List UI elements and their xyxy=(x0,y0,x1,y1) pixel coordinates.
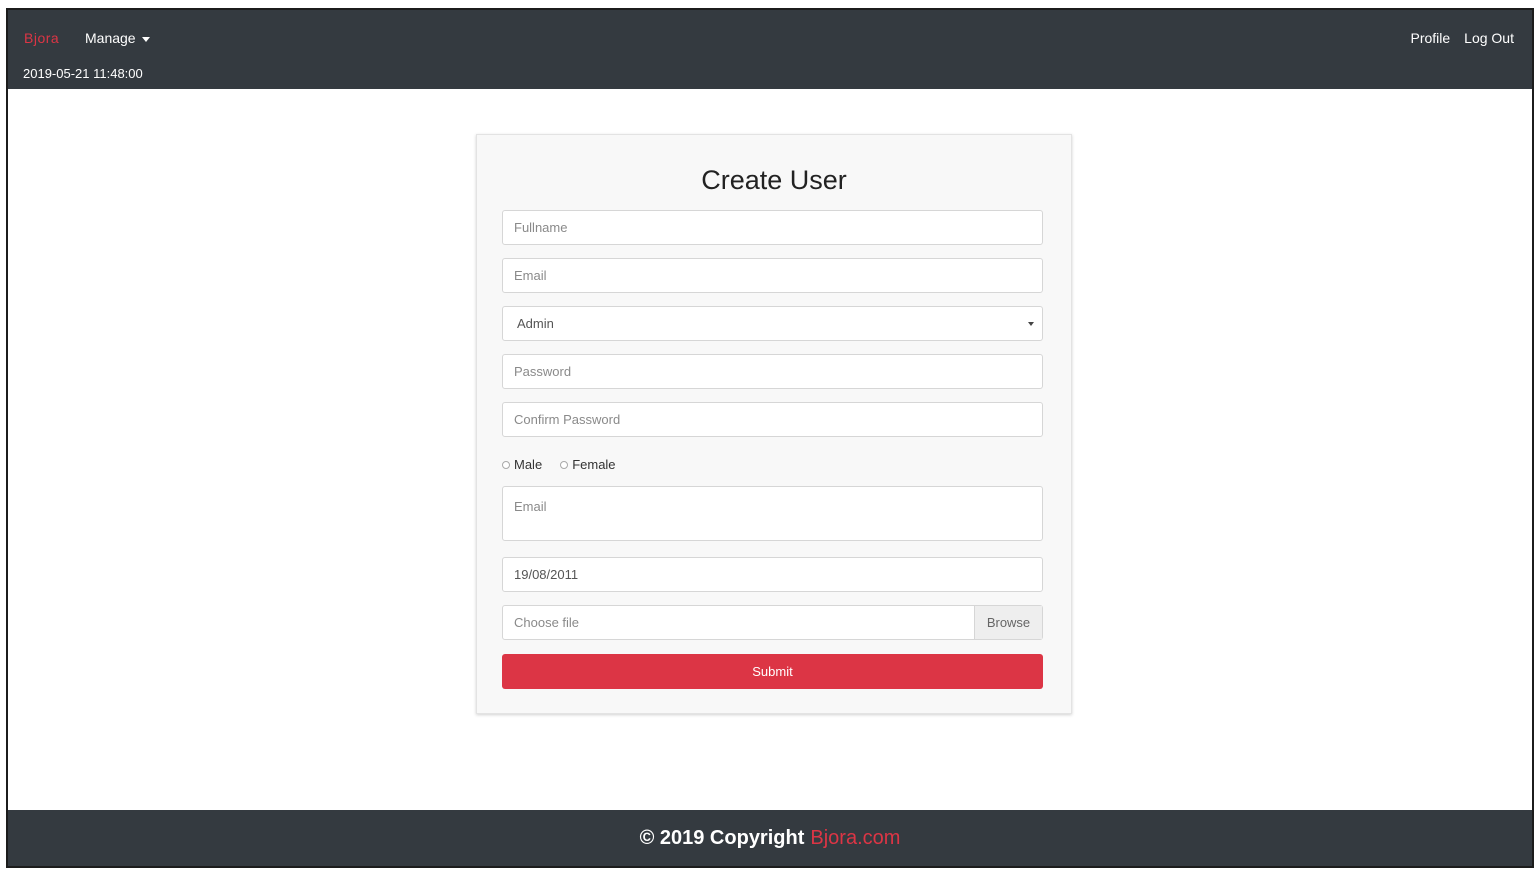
brand-logo[interactable]: Bjora xyxy=(24,30,59,46)
select-arrow-icon xyxy=(1028,322,1034,326)
dob-date-input[interactable]: 19/08/2011 xyxy=(502,557,1043,592)
current-datetime: 2019-05-21 11:48:00 xyxy=(23,66,143,81)
role-selected-value: Admin xyxy=(517,316,554,331)
female-radio[interactable] xyxy=(560,460,569,469)
page-footer: © 2019 Copyright Bjora.com xyxy=(8,810,1532,866)
male-label: Male xyxy=(514,457,543,472)
confirm-password-input[interactable]: Confirm Password xyxy=(502,402,1043,437)
password-input[interactable]: Password xyxy=(502,354,1043,389)
role-select[interactable]: Admin xyxy=(502,306,1043,341)
gender-radio-group: Male Female xyxy=(502,457,630,472)
manage-label: Manage xyxy=(85,30,136,46)
profile-link[interactable]: Profile xyxy=(1410,30,1450,46)
fullname-placeholder: Fullname xyxy=(514,220,568,235)
female-label: Female xyxy=(572,457,616,472)
footer-site-link[interactable]: Bjora.com xyxy=(810,827,900,850)
create-user-card: Create User Fullname Email Admin Passwor… xyxy=(476,134,1072,714)
manage-dropdown[interactable]: Manage xyxy=(85,30,150,46)
page-title: Create User xyxy=(701,165,847,195)
male-radio[interactable] xyxy=(502,460,510,469)
fullname-input[interactable]: Fullname xyxy=(502,210,1043,245)
address-textarea[interactable]: Email xyxy=(502,486,1043,541)
confirm-password-placeholder: Confirm Password xyxy=(514,412,621,427)
email-placeholder: Email xyxy=(514,268,547,283)
submit-button[interactable]: Submit xyxy=(502,654,1043,689)
copyright-text: © 2019 Copyright xyxy=(639,826,805,849)
top-navbar: Bjora Manage 2019-05-21 11:48:00 Profile… xyxy=(8,10,1532,89)
chevron-down-icon xyxy=(141,36,150,42)
dob-value: 19/08/2011 xyxy=(514,567,579,582)
file-placeholder: Choose file xyxy=(514,615,580,630)
email-input[interactable]: Email xyxy=(502,258,1043,293)
logout-link[interactable]: Log Out xyxy=(1464,30,1514,46)
file-upload-input[interactable]: Choose file Browse xyxy=(502,605,1043,640)
nav-right-links: Profile Log Out xyxy=(1410,30,1514,46)
browse-button[interactable]: Browse xyxy=(974,606,1042,639)
password-placeholder: Password xyxy=(514,364,572,379)
address-placeholder: Email xyxy=(514,499,547,514)
browser-frame: Bjora Manage 2019-05-21 11:48:00 Profile… xyxy=(6,8,1534,868)
